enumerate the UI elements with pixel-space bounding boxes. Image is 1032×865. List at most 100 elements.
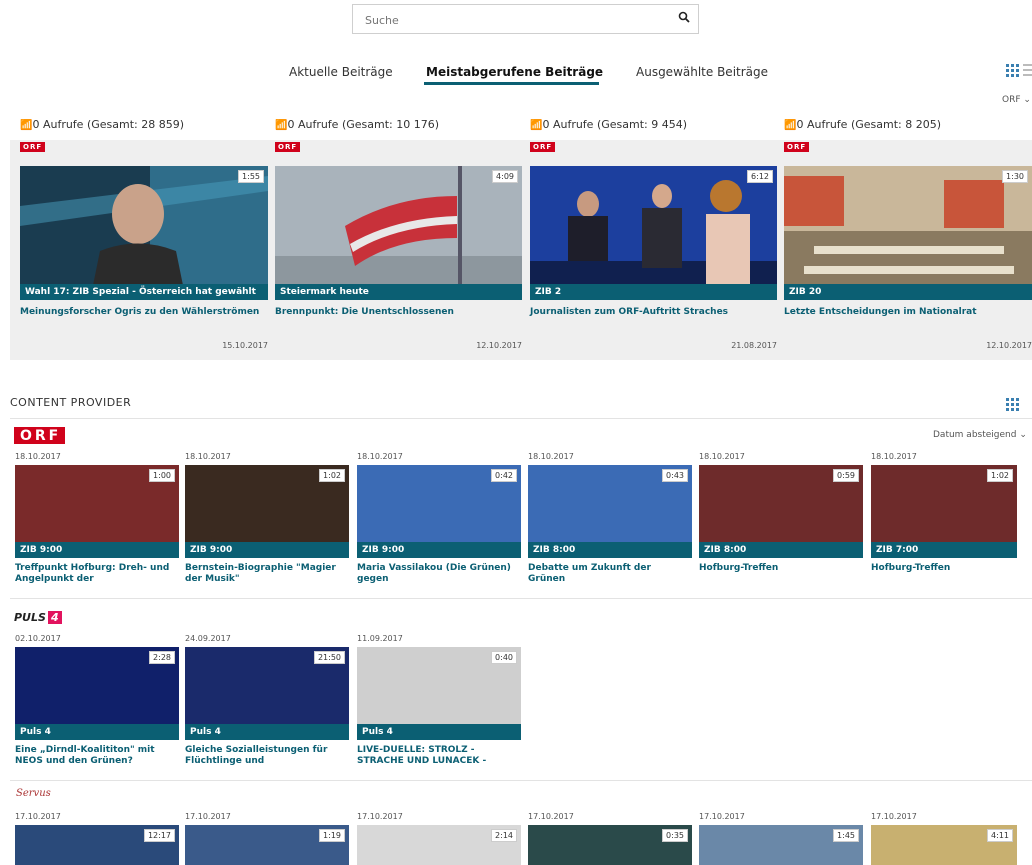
chevron-down-icon: ⌄ xyxy=(1023,95,1031,105)
video-title[interactable]: Meinungsforscher Ogris zu den Wählerströ… xyxy=(20,307,265,318)
duration-badge: 1:02 xyxy=(987,469,1013,482)
show-caption: Puls 4 xyxy=(357,724,521,740)
servus-logo: Servus xyxy=(16,788,51,799)
search-box[interactable] xyxy=(352,4,699,34)
video-date: 17.10.2017 xyxy=(528,812,574,821)
video-thumbnail[interactable]: 2:28 Puls 4 xyxy=(15,647,179,740)
video-date: 18.10.2017 xyxy=(15,452,61,461)
video-thumbnail[interactable]: 0:40 Puls 4 xyxy=(357,647,521,740)
duration-badge: 0:42 xyxy=(491,469,517,482)
video-card[interactable]: 17.10.2017 4:11 xyxy=(871,812,1032,865)
video-card[interactable]: 02.10.2017 2:28 Puls 4 Eine „Dirndl-Koaliti… xyxy=(15,634,179,766)
views-icon: 📶 xyxy=(530,120,543,131)
show-caption: Wahl 17: ZIB Spezial - Österreich hat ge… xyxy=(20,284,268,300)
thumbnail-image xyxy=(275,166,522,300)
divider xyxy=(10,418,1032,419)
show-caption: Puls 4 xyxy=(185,724,349,740)
video-title[interactable]: Eine „Dirndl-Koalititon" mit NEOS und de… xyxy=(15,745,177,767)
duration-badge: 1:19 xyxy=(319,829,345,842)
video-card[interactable]: 18.10.2017 0:43 ZIB 8:00 Debatte um Zukunft… xyxy=(528,452,692,584)
video-thumbnail[interactable]: 6:12 ZIB 2 xyxy=(530,166,777,300)
grid-view-icon[interactable] xyxy=(1006,64,1019,77)
video-date: 17.10.2017 xyxy=(357,812,403,821)
video-thumbnail[interactable]: 1:00 ZIB 9:00 xyxy=(15,465,179,558)
video-title[interactable]: LIVE-DUELLE: STROLZ - STRACHE UND LUNACE… xyxy=(357,745,519,767)
video-card[interactable]: 17.10.2017 1:45 xyxy=(699,812,863,865)
video-thumbnail[interactable]: 1:30 ZIB 20 xyxy=(784,166,1032,300)
duration-badge: 0:59 xyxy=(833,469,859,482)
thumbnail-image xyxy=(784,166,1032,300)
show-caption: ZIB 9:00 xyxy=(15,542,179,558)
video-thumbnail[interactable]: 0:59 ZIB 8:00 xyxy=(699,465,863,558)
video-thumbnail[interactable]: 0:42 ZIB 9:00 xyxy=(357,465,521,558)
video-date: 18.10.2017 xyxy=(357,452,403,461)
video-date: 24.09.2017 xyxy=(185,634,231,643)
duration-badge: 1:02 xyxy=(319,469,345,482)
show-caption: ZIB 7:00 xyxy=(871,542,1017,558)
most-viewed-card[interactable]: 📶0 Aufrufe (Gesamt: 9 454) ORF xyxy=(530,118,780,153)
orf-logo: ORF xyxy=(14,427,66,444)
video-card[interactable]: 18.10.2017 1:00 ZIB 9:00 Treffpunkt Hofburg… xyxy=(15,452,179,584)
tab-ausgewaehlte[interactable]: Ausgewählte Beiträge xyxy=(636,65,768,79)
video-title[interactable]: Treffpunkt Hofburg: Dreh- und Angelpunkt… xyxy=(15,563,177,585)
sort-dropdown[interactable]: Datum absteigend ⌄ xyxy=(933,430,1027,440)
video-card[interactable]: 18.10.2017 1:02 ZIB 9:00 Bernstein-Biograph… xyxy=(185,452,349,584)
video-title[interactable]: Debatte um Zukunft der Grünen xyxy=(528,563,690,585)
video-thumbnail[interactable]: 4:09 Steiermark heute xyxy=(275,166,522,300)
orf-logo: ORF xyxy=(784,142,810,152)
grid-view-icon[interactable] xyxy=(1006,398,1019,411)
orf-logo: ORF xyxy=(20,142,46,152)
thumbnail-image xyxy=(530,166,777,300)
duration-badge: 2:14 xyxy=(491,829,517,842)
video-card[interactable]: 17.10.2017 0:35 xyxy=(528,812,692,865)
show-caption: ZIB 8:00 xyxy=(699,542,863,558)
most-viewed-card[interactable]: 📶0 Aufrufe (Gesamt: 8 205) ORF xyxy=(784,118,1032,153)
video-thumbnail[interactable]: 2:14 xyxy=(357,825,521,865)
video-card[interactable]: 17.10.2017 1:19 xyxy=(185,812,349,865)
video-thumbnail[interactable]: 0:35 xyxy=(528,825,692,865)
video-date: 12.10.2017 xyxy=(476,341,522,350)
video-title[interactable]: Maria Vassilakou (Die Grünen) gegen xyxy=(357,563,519,585)
video-thumbnail[interactable]: 21:50 Puls 4 xyxy=(185,647,349,740)
video-card[interactable]: 18.10.2017 1:02 ZIB 7:00 Hofburg-Treffen xyxy=(871,452,1032,573)
duration-badge: 0:43 xyxy=(662,469,688,482)
video-thumbnail[interactable]: 1:02 ZIB 7:00 xyxy=(871,465,1017,558)
list-view-icon[interactable] xyxy=(1023,64,1032,77)
video-title[interactable]: Letzte Entscheidungen im Nationalrat xyxy=(784,307,1029,318)
video-title[interactable]: Gleiche Sozialleistungen für Flüchtlinge… xyxy=(185,745,347,767)
video-date: 12.10.2017 xyxy=(986,341,1032,350)
video-card[interactable]: 17.10.2017 2:14 xyxy=(357,812,521,865)
video-card[interactable]: 11.09.2017 0:40 Puls 4 LIVE-DUELLE: STROLZ … xyxy=(357,634,521,766)
orf-logo: ORF xyxy=(530,142,556,152)
video-thumbnail[interactable]: 0:43 ZIB 8:00 xyxy=(528,465,692,558)
video-title[interactable]: Hofburg-Treffen xyxy=(699,563,861,574)
video-thumbnail[interactable]: 1:02 ZIB 9:00 xyxy=(185,465,349,558)
search-input[interactable] xyxy=(363,6,667,34)
video-date: 17.10.2017 xyxy=(699,812,745,821)
video-thumbnail[interactable]: 1:45 xyxy=(699,825,863,865)
video-title[interactable]: Bernstein-Biographie "Magier der Musik" xyxy=(185,563,347,585)
most-viewed-card[interactable]: 📶0 Aufrufe (Gesamt: 10 176) ORF xyxy=(275,118,525,153)
video-thumbnail[interactable]: 12:17 xyxy=(15,825,179,865)
video-title[interactable]: Hofburg-Treffen xyxy=(871,563,1032,574)
duration-badge: 1:45 xyxy=(833,829,859,842)
show-caption: ZIB 9:00 xyxy=(357,542,521,558)
video-card[interactable]: 18.10.2017 0:42 ZIB 9:00 Maria Vassilakou (… xyxy=(357,452,521,584)
video-card[interactable]: 17.10.2017 12:17 xyxy=(15,812,179,865)
video-title[interactable]: Journalisten zum ORF-Auftritt Straches xyxy=(530,307,775,318)
tab-meistabgerufene[interactable]: Meistabgerufene Beiträge xyxy=(426,65,603,79)
most-viewed-card[interactable]: 📶0 Aufrufe (Gesamt: 28 859) ORF xyxy=(20,118,270,153)
thumbnail-image xyxy=(20,166,268,300)
provider-filter[interactable]: ORF ⌄ xyxy=(1002,95,1031,105)
video-card[interactable]: 24.09.2017 21:50 Puls 4 Gleiche Sozialleist… xyxy=(185,634,349,766)
views-icon: 📶 xyxy=(275,120,288,131)
video-thumbnail[interactable]: 4:11 xyxy=(871,825,1017,865)
tab-aktuelle[interactable]: Aktuelle Beiträge xyxy=(289,65,393,79)
video-card[interactable]: 18.10.2017 0:59 ZIB 8:00 Hofburg-Treffen xyxy=(699,452,863,573)
video-thumbnail[interactable]: 1:55 Wahl 17: ZIB Spezial - Österreich h… xyxy=(20,166,268,300)
search-icon[interactable] xyxy=(678,11,690,23)
video-date: 15.10.2017 xyxy=(222,341,268,350)
video-date: 21.08.2017 xyxy=(731,341,777,350)
video-thumbnail[interactable]: 1:19 xyxy=(185,825,349,865)
video-title[interactable]: Brennpunkt: Die Unentschlossenen xyxy=(275,307,520,318)
